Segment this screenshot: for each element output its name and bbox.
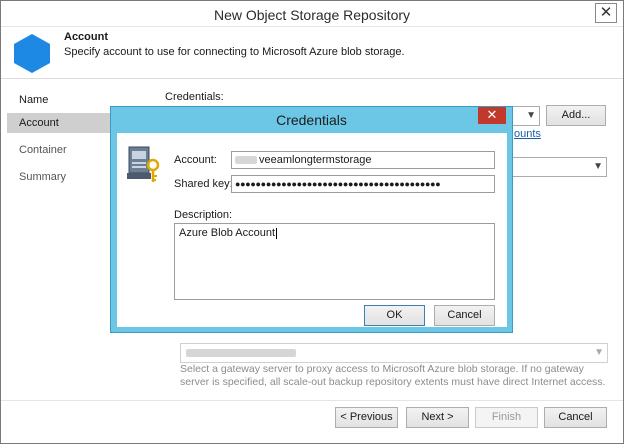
dialog-title: Credentials	[276, 112, 347, 128]
credentials-dialog: Credentials ✕ Account: veeamlongtermstor…	[110, 106, 513, 333]
dialog-cancel-button[interactable]: Cancel	[434, 305, 495, 326]
description-label: Description:	[174, 209, 233, 221]
title-bar: New Object Storage Repository ✕	[1, 1, 623, 27]
nav-item-summary[interactable]: Summary	[7, 167, 114, 187]
footer-divider	[1, 400, 623, 401]
wizard-header: Account Specify account to use for conne…	[1, 27, 623, 79]
description-value: Azure Blob Account	[179, 227, 276, 239]
account-label: Account:	[174, 154, 217, 166]
cancel-button[interactable]: Cancel	[544, 407, 607, 428]
window-close-button[interactable]: ✕	[595, 3, 617, 23]
shared-key-label: Shared key:	[174, 178, 233, 190]
ok-button[interactable]: OK	[364, 305, 425, 326]
chevron-down-icon: ▼	[526, 110, 536, 121]
window-title: New Object Storage Repository	[213, 7, 411, 23]
next-button[interactable]: Next >	[406, 407, 469, 428]
account-prefix-redacted	[235, 156, 257, 165]
credentials-keys-icon	[127, 146, 160, 182]
shared-key-input[interactable]: ●●●●●●●●●●●●●●●●●●●●●●●●●●●●●●●●●●●●●●●●	[231, 175, 495, 193]
azure-hexagon-icon	[14, 34, 50, 73]
finish-button: Finish	[475, 407, 538, 428]
gateway-server-value	[186, 349, 296, 357]
gateway-hint: Select a gateway server to proxy access …	[180, 363, 606, 388]
chevron-down-icon: ▼	[594, 347, 604, 358]
account-value: veeamlongtermstorage	[259, 154, 372, 166]
dialog-body: Account: veeamlongtermstorage Shared key…	[117, 133, 507, 327]
nav-item-container[interactable]: Container	[7, 140, 114, 160]
credentials-label: Credentials:	[165, 91, 224, 103]
step-description: Specify account to use for connecting to…	[64, 46, 405, 58]
text-cursor	[276, 227, 278, 239]
wizard-steps-nav: Name Account Container Summary	[1, 80, 114, 400]
add-credentials-button[interactable]: Add...	[546, 105, 606, 126]
manage-accounts-link[interactable]: ounts	[514, 128, 541, 140]
step-title: Account	[64, 31, 108, 43]
chevron-down-icon: ▼	[593, 161, 603, 172]
nav-item-name[interactable]: Name	[7, 90, 114, 110]
gateway-server-combo[interactable]: ▼	[180, 343, 608, 363]
nav-item-account[interactable]: Account	[7, 113, 114, 133]
dialog-close-button[interactable]: ✕	[478, 107, 506, 124]
description-textarea[interactable]: Azure Blob Account	[174, 223, 495, 300]
account-input[interactable]: veeamlongtermstorage	[231, 151, 495, 169]
previous-button[interactable]: < Previous	[335, 407, 398, 428]
